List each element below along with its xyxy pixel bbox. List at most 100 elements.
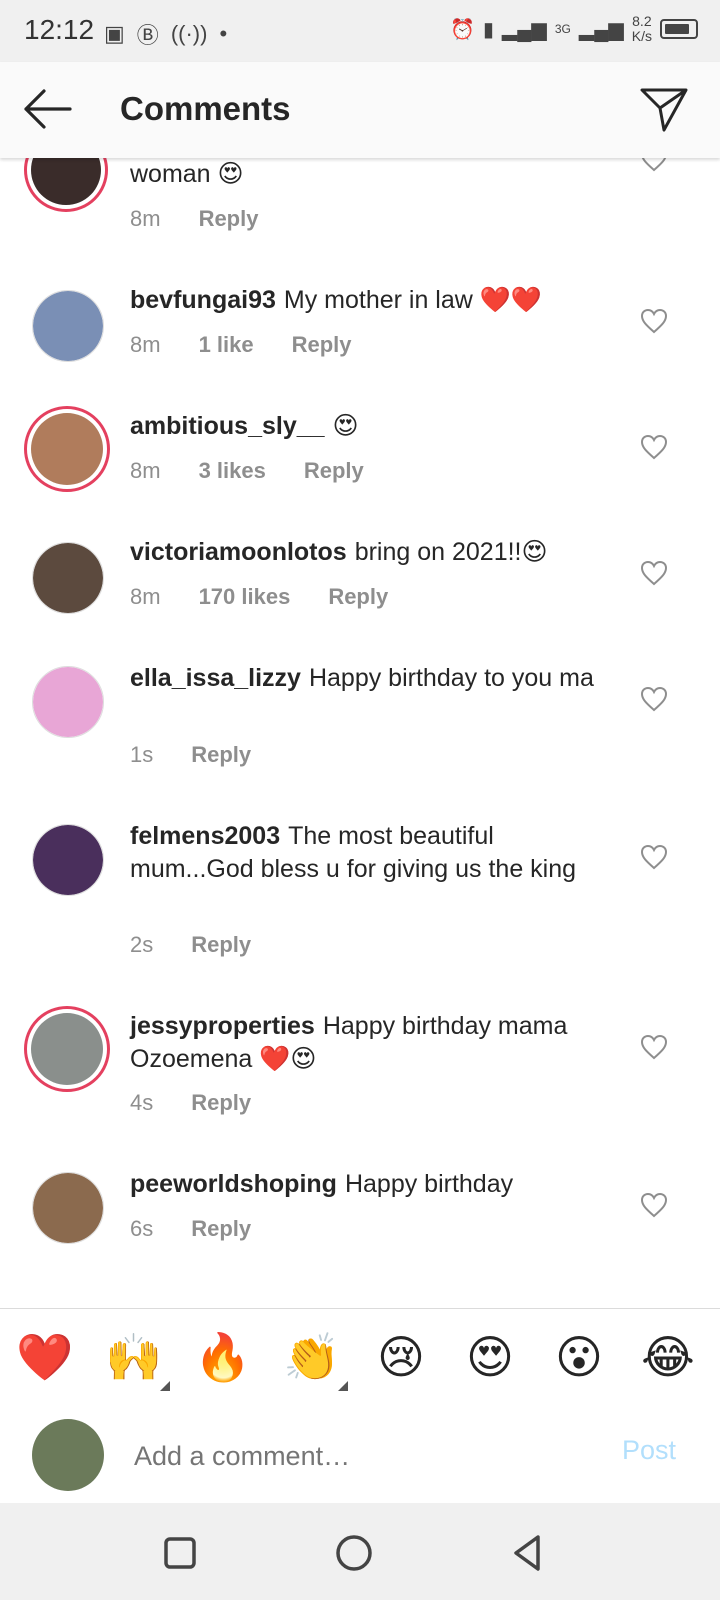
header: Comments [0, 62, 720, 158]
status-system-icons: ⏰ ▮ ▂▄▆ 3G ▂▄▆ 8.2 K/s [450, 14, 698, 44]
comments-list[interactable]: woman 😍 8m Reply bevfungai93 My mother in… [0, 158, 720, 1308]
comment-username[interactable]: peeworldshoping [130, 1170, 337, 1198]
comment-item: peeworldshoping Happy birthday 6s Reply [0, 1164, 720, 1284]
heart-icon[interactable] [640, 844, 668, 870]
comment-text: peeworldshoping Happy birthday [130, 1170, 514, 1198]
image-icon: ▣ [104, 21, 125, 46]
reply-button[interactable]: Reply [191, 1216, 251, 1242]
comment-item: victoriamoonlotos bring on 2021!!😍 8m 170… [0, 532, 720, 652]
avatar[interactable] [24, 406, 110, 492]
heart-eyes-emoji-button[interactable]: 😍 [460, 1327, 520, 1387]
share-direct-icon[interactable] [638, 84, 690, 136]
comment-item: felmens2003 The most beautiful mum...God … [0, 816, 720, 996]
back-arrow-icon[interactable] [22, 86, 74, 132]
wireless-icon: ((·)) [170, 21, 208, 46]
comment-time: 8m [130, 206, 161, 231]
comment-time: 1s [130, 742, 154, 767]
heart-icon[interactable] [640, 158, 668, 172]
current-user-avatar [32, 1419, 104, 1491]
system-nav-bar [0, 1503, 720, 1600]
comment-time: 8m [130, 584, 161, 609]
avatar-image [33, 825, 103, 895]
battery-icon [660, 19, 698, 39]
avatar-image [31, 158, 101, 205]
heart-icon[interactable] [640, 434, 668, 460]
reply-button[interactable]: Reply [328, 584, 388, 610]
b-app-icon: Ⓑ [136, 23, 159, 48]
comment-text: ambitious_sly__ 😍 [130, 412, 359, 440]
avatar[interactable] [24, 158, 108, 212]
likes-count[interactable]: 170 likes [199, 584, 291, 610]
fire-emoji-button[interactable]: 🔥 [193, 1327, 253, 1387]
alarm-icon: ⏰ [449, 18, 475, 41]
reply-button[interactable]: Reply [191, 932, 251, 958]
likes-count[interactable]: 3 likes [199, 458, 266, 484]
likes-count[interactable]: 1 like [199, 332, 254, 358]
page-title: Comments [120, 90, 291, 127]
crying-emoji-button[interactable]: 😢 [371, 1327, 431, 1387]
heart-icon[interactable] [640, 1034, 668, 1060]
avatar-image [33, 543, 103, 613]
comment-username[interactable]: bevfungai93 [130, 286, 276, 314]
comment-username[interactable]: ella_issa_lizzy [130, 664, 301, 692]
status-notification-icons: ▣ Ⓑ ((·)) • [104, 18, 227, 50]
recent-apps-icon[interactable] [158, 1531, 202, 1575]
heart-icon[interactable] [640, 686, 668, 712]
comment-meta: 8m Reply [130, 206, 258, 232]
comment-text: woman 😍 [130, 160, 244, 188]
heart-icon[interactable] [640, 560, 668, 586]
clapping-emoji-button[interactable]: 👏 [282, 1327, 342, 1387]
reply-button[interactable]: Reply [191, 742, 251, 768]
heart-icon[interactable] [640, 1192, 668, 1218]
avatar-image [33, 291, 103, 361]
avatar[interactable] [32, 542, 104, 614]
reply-button[interactable]: Reply [292, 332, 352, 358]
reply-button[interactable]: Reply [199, 206, 259, 232]
comment-text: felmens2003 The most beautiful mum...God … [130, 822, 577, 883]
skin-tone-indicator [160, 1381, 170, 1391]
skin-tone-indicator [338, 1381, 348, 1391]
comment-meta: 8m 1 like Reply [130, 332, 352, 358]
comment-item: ella_issa_lizzy Happy birthday to you ma … [0, 658, 720, 808]
comment-meta: 8m 170 likes Reply [130, 584, 388, 610]
comment-time: 8m [130, 458, 161, 483]
avatar[interactable] [32, 666, 104, 738]
status-time: 12:12 [24, 14, 95, 45]
comment-meta: 1s Reply [130, 742, 251, 768]
reply-button[interactable]: Reply [304, 458, 364, 484]
heart-icon[interactable] [640, 308, 668, 334]
comment-meta: 4s Reply [130, 1090, 251, 1116]
comment-item: ambitious_sly__ 😍 8m 3 likes Reply [0, 406, 720, 526]
reply-button[interactable]: Reply [191, 1090, 251, 1116]
comment-input[interactable] [132, 1435, 576, 1477]
comment-time: 2s [130, 932, 154, 957]
avatar[interactable] [32, 1172, 104, 1244]
comment-text: ella_issa_lizzy Happy birthday to you ma [130, 664, 594, 692]
comment-meta: 2s Reply [130, 932, 251, 958]
avatar[interactable] [24, 1006, 110, 1092]
vibrate-icon: ▮ [482, 18, 494, 41]
signal-icon: ▂▄▆ [501, 18, 547, 41]
comment-username[interactable]: jessyproperties [130, 1012, 315, 1040]
avatar[interactable] [32, 290, 104, 362]
signal-icon-2: ▂▄▆ [578, 18, 624, 41]
comment-time: 4s [130, 1090, 154, 1115]
heart-emoji-button[interactable]: ❤️ [15, 1327, 75, 1387]
comment-username[interactable]: felmens2003 [130, 822, 280, 850]
home-icon[interactable] [332, 1531, 376, 1575]
network-type: 3G [554, 22, 571, 36]
comment-username[interactable]: ambitious_sly__ [130, 412, 325, 440]
surprised-emoji-button[interactable]: 😮 [549, 1327, 609, 1387]
laughing-emoji-button[interactable]: 😂 [638, 1327, 698, 1387]
avatar[interactable] [32, 824, 104, 896]
comment-username[interactable]: victoriamoonlotos [130, 538, 347, 566]
avatar-image [33, 1173, 103, 1243]
raising-hands-emoji-button[interactable]: 🙌 [104, 1327, 164, 1387]
dot-icon: • [219, 21, 228, 46]
comment-text: bevfungai93 My mother in law ❤️❤️ [130, 286, 543, 314]
comment-composer: Post [0, 1405, 720, 1503]
avatar-image [31, 1013, 103, 1085]
emoji-quick-bar: ❤️ 🙌 🔥 👏 😢 😍 😮 😂 [0, 1308, 720, 1406]
post-button[interactable]: Post [622, 1435, 676, 1466]
back-nav-icon[interactable] [506, 1531, 550, 1575]
